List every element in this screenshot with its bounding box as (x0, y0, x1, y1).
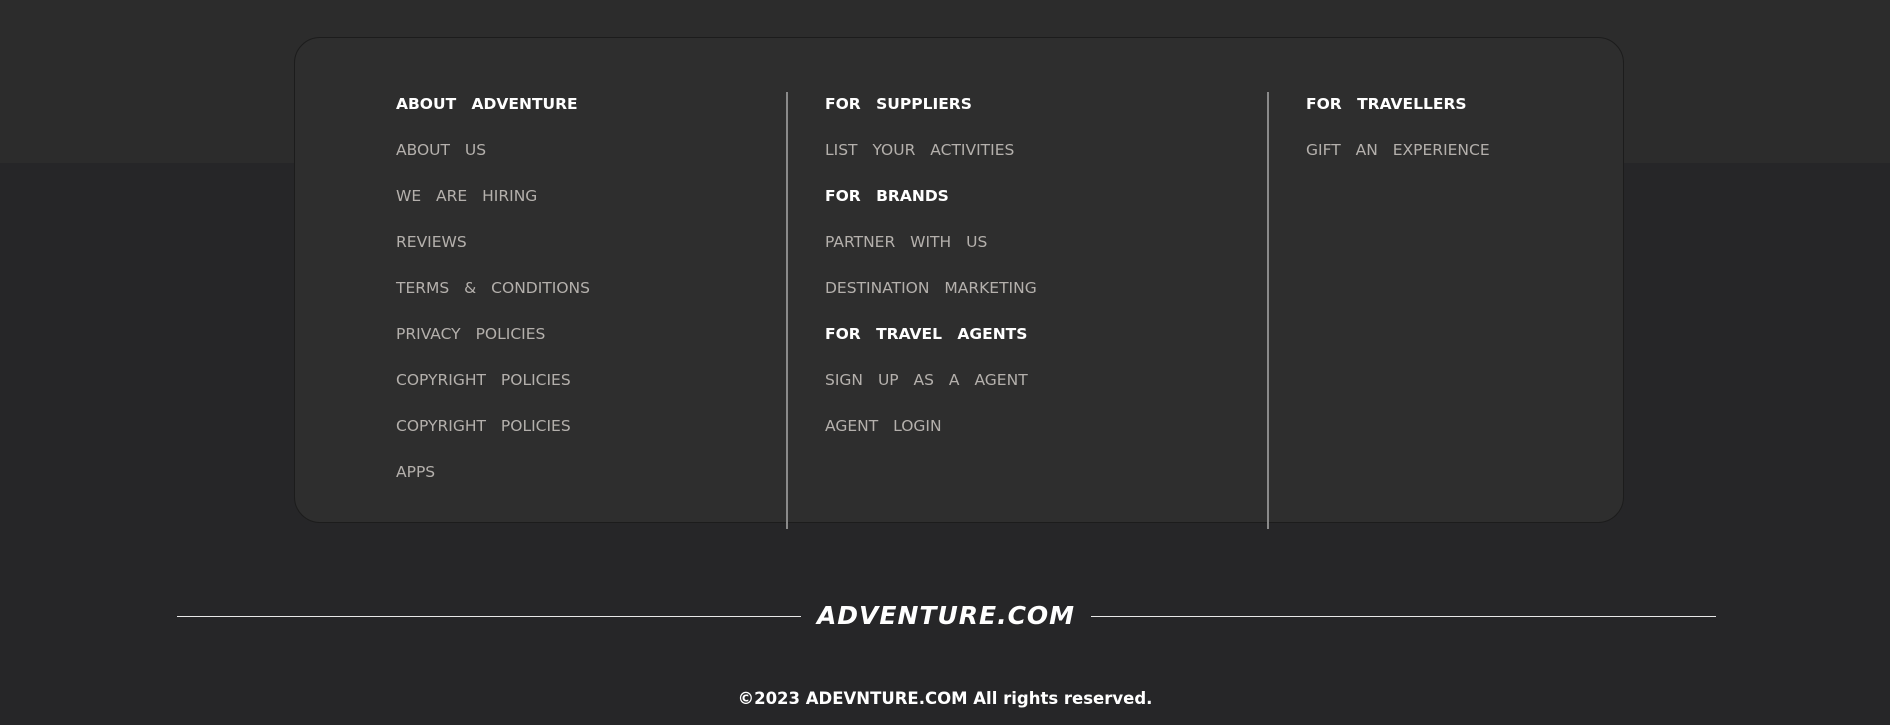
footer-link-list-your-activities[interactable]: LIST YOUR ACTIVITIES (825, 137, 1037, 183)
copyright-text: ©2023 ADEVNTURE.COM All rights reserved. (737, 689, 1153, 708)
brand-logo[interactable]: ADVENTURE.COM (801, 598, 1091, 634)
column-divider (786, 92, 788, 529)
footer-heading-for-suppliers: FOR SUPPLIERS (825, 95, 972, 113)
footer-column-about: ABOUT ADVENTURE ABOUT US WE ARE HIRING REVI… (396, 91, 590, 505)
footer-link-privacy-policies[interactable]: PRIVACY POLICIES (396, 321, 590, 367)
column-divider (1267, 92, 1269, 529)
footer-link-we-are-hiring[interactable]: WE ARE HIRING (396, 183, 590, 229)
footer-link-destination-marketing[interactable]: DESTINATION MARKETING (825, 275, 1037, 321)
footer-column-partners: FOR SUPPLIERS LIST YOUR ACTIVITIES FOR BRA… (825, 91, 1037, 459)
footer-link-gift-an-experience[interactable]: GIFT AN EXPERIENCE (1306, 137, 1490, 183)
footer-link-agent-login[interactable]: AGENT LOGIN (825, 413, 1037, 459)
footer-link-copyright-policies[interactable]: COPYRIGHT POLICIES (396, 413, 590, 459)
brand-divider-right (1091, 616, 1716, 617)
footer-link-apps[interactable]: APPS (396, 459, 590, 505)
footer-link-terms-and-conditions[interactable]: TERMS & CONDITIONS (396, 275, 590, 321)
footer-heading-for-travel-agents: FOR TRAVEL AGENTS (825, 325, 1028, 343)
footer-column-travellers: FOR TRAVELLERS GIFT AN EXPERIENCE (1306, 91, 1490, 183)
footer-heading-for-brands: FOR BRANDS (825, 187, 949, 205)
footer-link-about-us[interactable]: ABOUT US (396, 137, 590, 183)
footer-link-partner-with-us[interactable]: PARTNER WITH US (825, 229, 1037, 275)
brand-divider-left (177, 616, 801, 617)
footer-link-copyright-policies[interactable]: COPYRIGHT POLICIES (396, 367, 590, 413)
footer-link-sign-up-as-a-agent[interactable]: SIGN UP AS A AGENT (825, 367, 1037, 413)
footer-link-reviews[interactable]: REVIEWS (396, 229, 590, 275)
footer-heading-about-adventure: ABOUT ADVENTURE (396, 95, 578, 113)
footer-heading-for-travellers: FOR TRAVELLERS (1306, 95, 1467, 113)
